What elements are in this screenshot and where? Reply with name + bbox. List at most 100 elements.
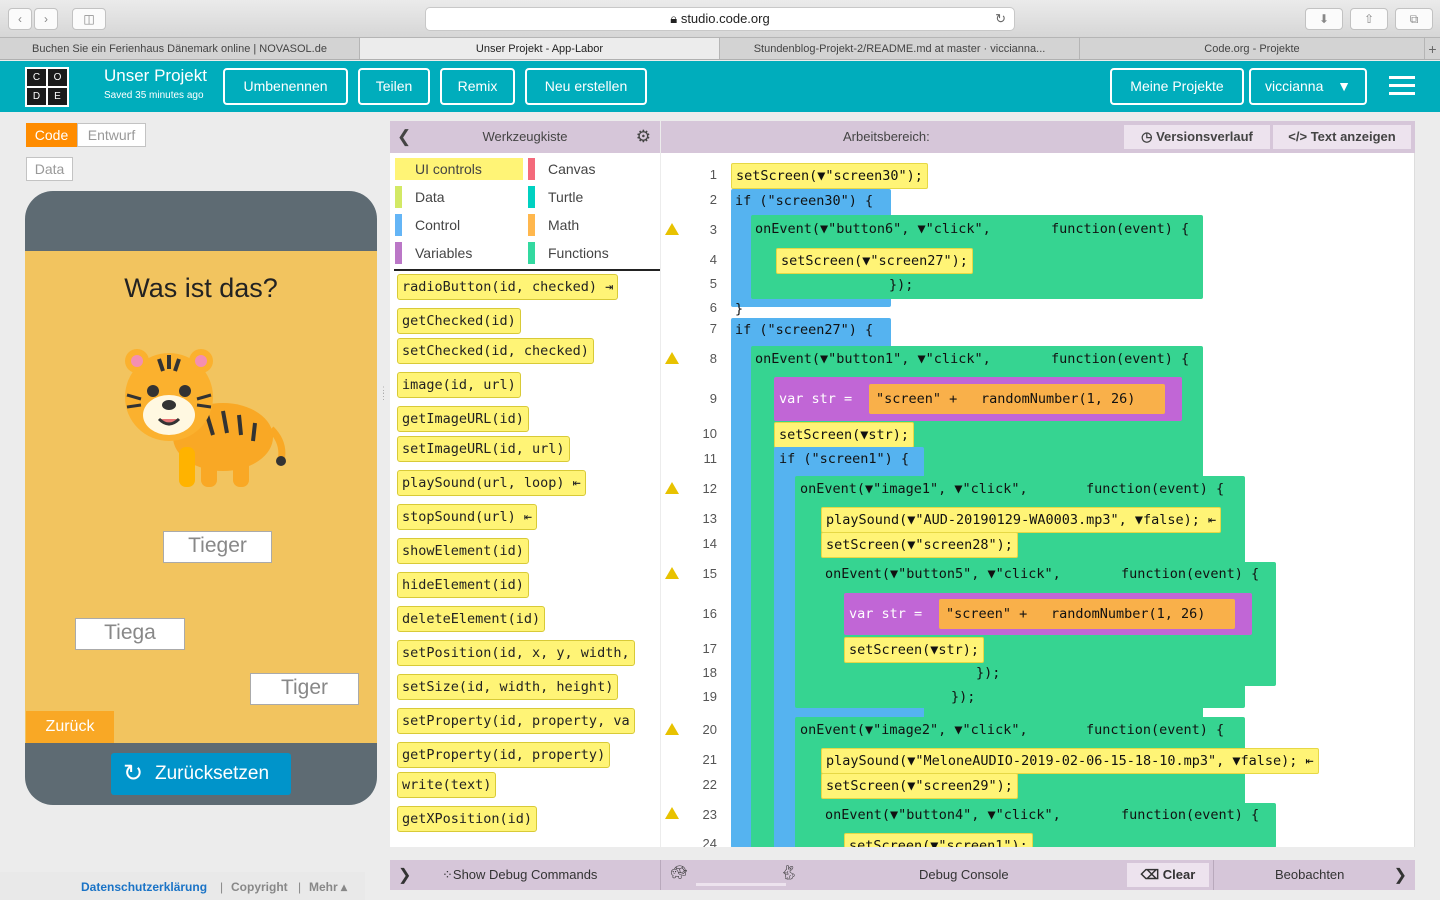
- download-icon[interactable]: ⬇: [1305, 8, 1343, 30]
- back-icon[interactable]: ‹: [8, 8, 32, 30]
- expand-debug-icon[interactable]: ❯: [398, 865, 411, 885]
- sidebar-icon[interactable]: ◫: [72, 8, 106, 30]
- clear-button[interactable]: ⌫ Clear: [1127, 863, 1209, 887]
- footer-separator: |: [298, 880, 302, 894]
- block-radiobutton[interactable]: radioButton(id, checked) ⇥: [397, 274, 619, 300]
- collapse-watch-icon[interactable]: ❯: [1394, 865, 1407, 885]
- code-mode-toggle[interactable]: Code: [26, 123, 77, 147]
- collapse-toolbox-icon[interactable]: ❮: [397, 121, 411, 153]
- code-line-24[interactable]: setScreen(▼"screen1");: [844, 833, 1033, 847]
- rename-button[interactable]: Umbenennen: [223, 68, 348, 105]
- warning-icon[interactable]: [665, 807, 679, 819]
- share-icon[interactable]: ⇧: [1350, 8, 1388, 30]
- category-data[interactable]: Data: [395, 186, 445, 208]
- copyright-link[interactable]: Copyright: [231, 880, 288, 894]
- category-math[interactable]: Math: [528, 214, 579, 236]
- toolbox: UI controls Canvas Data Turtle Control M…: [390, 153, 660, 847]
- block-hideelement[interactable]: hideElement(id): [397, 572, 529, 598]
- logo-letter: C: [27, 69, 46, 86]
- answer-tiger[interactable]: Tiger: [250, 673, 359, 705]
- privacy-link[interactable]: Datenschutzerklärung: [81, 880, 207, 894]
- category-divider: [394, 269, 660, 271]
- tab-novasol[interactable]: Buchen Sie ein Ferienhaus Dänemark onlin…: [0, 38, 360, 59]
- code-line-17[interactable]: setScreen(▼str);: [844, 637, 985, 663]
- show-text-button[interactable]: </> Text anzeigen: [1273, 125, 1411, 149]
- design-mode-toggle[interactable]: Entwurf: [77, 123, 146, 147]
- block-playsound[interactable]: playSound(url, loop) ⇤: [397, 470, 586, 496]
- code-line-1[interactable]: setScreen(▼"screen30");: [731, 163, 928, 189]
- my-projects-button[interactable]: Meine Projekte: [1110, 68, 1244, 105]
- block-stopsound[interactable]: stopSound(url) ⇤: [397, 504, 538, 530]
- tab-code-org-projekte[interactable]: Code.org - Projekte: [1080, 38, 1425, 59]
- code-line-13[interactable]: playSound(▼"AUD-20190129-WA0003.mp3", ▼f…: [821, 507, 1222, 533]
- code-line-7: if ("screen27") {: [735, 322, 874, 338]
- category-ui-controls[interactable]: UI controls: [395, 158, 523, 180]
- divider: [660, 860, 661, 890]
- remix-button[interactable]: Remix: [440, 68, 515, 105]
- url-bar[interactable]: 🔒︎ studio.code.org ↻: [425, 7, 1015, 31]
- warning-icon[interactable]: [665, 567, 679, 579]
- category-functions[interactable]: Functions: [528, 242, 609, 264]
- logo-letter: D: [27, 88, 46, 105]
- category-canvas[interactable]: Canvas: [528, 158, 595, 180]
- code-line-22[interactable]: setScreen(▼"screen29");: [821, 773, 1018, 799]
- divider: [1213, 860, 1214, 890]
- block-write[interactable]: write(text): [397, 772, 497, 798]
- tab-github-readme[interactable]: Stundenblog-Projekt-2/README.md at maste…: [720, 38, 1080, 59]
- version-history-button[interactable]: ◷ Versionsverlauf: [1124, 125, 1270, 149]
- tabs-icon[interactable]: ⧉: [1395, 8, 1433, 30]
- code-line-3-event: onEvent(▼"button6", ▼"click",: [755, 221, 991, 237]
- tab-unser-projekt[interactable]: Unser Projekt - App-Labor: [360, 38, 720, 59]
- line-number: 24: [702, 836, 717, 847]
- warning-icon[interactable]: [665, 482, 679, 494]
- answer-tieger[interactable]: Tieger: [163, 531, 272, 563]
- block-getchecked[interactable]: getChecked(id): [397, 308, 521, 334]
- code-line-21[interactable]: playSound(▼"MeloneAUDIO-2019-02-06-15-18…: [821, 748, 1319, 774]
- new-tab-icon[interactable]: +: [1425, 38, 1440, 59]
- speed-slider[interactable]: [696, 883, 786, 886]
- line-number: 7: [709, 321, 717, 336]
- line-number: 12: [702, 481, 717, 496]
- warning-icon[interactable]: [665, 352, 679, 364]
- code-org-logo[interactable]: C O D E: [25, 67, 69, 107]
- show-debug-commands[interactable]: ⁘Show Debug Commands: [442, 867, 597, 883]
- block-setchecked[interactable]: setChecked(id, checked): [397, 338, 594, 364]
- block-getimageurl[interactable]: getImageURL(id): [397, 406, 529, 432]
- code-line-10[interactable]: setScreen(▼str);: [774, 422, 915, 448]
- block-getxposition[interactable]: getXPosition(id): [397, 806, 538, 832]
- block-setposition[interactable]: setPosition(id, x, y, width,: [397, 640, 635, 666]
- back-button[interactable]: Zurück: [26, 711, 114, 743]
- data-button[interactable]: Data: [26, 157, 73, 181]
- block-setimageurl[interactable]: setImageURL(id, url): [397, 436, 570, 462]
- warning-icon[interactable]: [665, 723, 679, 735]
- tab-bar: Buchen Sie ein Ferienhaus Dänemark onlin…: [0, 38, 1440, 60]
- category-label: Canvas: [548, 161, 596, 177]
- block-deleteelement[interactable]: deleteElement(id): [397, 606, 546, 632]
- category-variables[interactable]: Variables: [395, 242, 472, 264]
- answer-tiega[interactable]: Tiega: [75, 618, 185, 650]
- category-label: Turtle: [548, 189, 584, 205]
- reload-icon[interactable]: ↻: [995, 8, 1006, 30]
- warning-icon[interactable]: [665, 223, 679, 235]
- clear-label: Clear: [1162, 867, 1196, 882]
- block-getproperty[interactable]: getProperty(id, property): [397, 742, 611, 768]
- block-image[interactable]: image(id, url): [397, 372, 521, 398]
- block-setproperty[interactable]: setProperty(id, property, va: [397, 708, 635, 734]
- category-turtle[interactable]: Turtle: [528, 186, 583, 208]
- code-icon: </>: [1288, 129, 1308, 144]
- code-line-4[interactable]: setScreen(▼"screen27");: [776, 248, 973, 274]
- more-link[interactable]: Mehr ▴: [309, 880, 347, 894]
- saved-status: Saved 35 minutes ago: [104, 90, 204, 101]
- hamburger-menu-icon[interactable]: [1389, 76, 1415, 95]
- user-menu-button[interactable]: viccianna ▼: [1249, 68, 1367, 105]
- gear-icon[interactable]: ⚙: [636, 121, 651, 153]
- share-button[interactable]: Teilen: [358, 68, 430, 105]
- new-project-button[interactable]: Neu erstellen: [525, 68, 647, 105]
- forward-icon[interactable]: ›: [34, 8, 58, 30]
- reset-button[interactable]: ↻ Zurücksetzen: [111, 753, 291, 795]
- category-control[interactable]: Control: [395, 214, 460, 236]
- block-setsize[interactable]: setSize(id, width, height): [397, 674, 619, 700]
- code-line-14[interactable]: setScreen(▼"screen28");: [821, 532, 1018, 558]
- resize-handle-icon[interactable]: ⋮ ⋮: [379, 386, 388, 407]
- block-showelement[interactable]: showElement(id): [397, 538, 529, 564]
